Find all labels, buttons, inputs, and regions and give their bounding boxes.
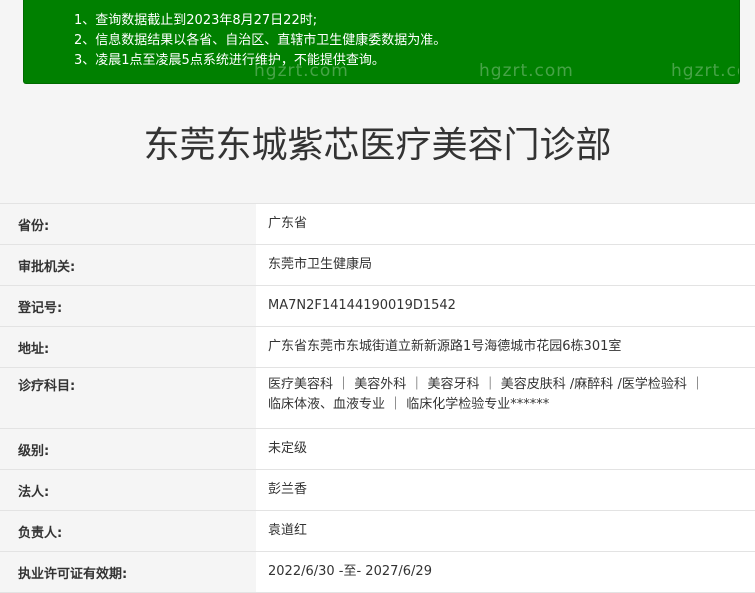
- table-row: 执业许可证有效期: 2022/6/30 -至- 2027/6/29: [0, 552, 755, 593]
- field-label: 地址:: [0, 327, 256, 367]
- table-row: 审批机关: 东莞市卫生健康局: [0, 245, 755, 286]
- watermark-text: hgzrt.com: [671, 61, 739, 81]
- field-label: 审批机关:: [0, 245, 256, 285]
- field-label: 诊疗科目:: [0, 368, 256, 428]
- watermark-text: hgzrt.com: [254, 61, 349, 81]
- field-label: 负责人:: [0, 511, 256, 551]
- table-row: 级别: 未定级: [0, 429, 755, 470]
- table-row: 省份: 广东省: [0, 204, 755, 245]
- table-row: 登记号: MA7N2F14144190019D1542: [0, 286, 755, 327]
- field-value: 2022/6/30 -至- 2027/6/29: [256, 552, 755, 592]
- page-title: 东莞东城紫芯医疗美容门诊部: [143, 125, 612, 166]
- watermark-text: hgzrt.com: [479, 61, 574, 81]
- info-table: 省份: 广东省 审批机关: 东莞市卫生健康局 登记号: MA7N2F141441…: [0, 203, 755, 593]
- notice-line-3: 3、凌晨1点至凌晨5点系统进行维护，不能提供查询。: [74, 53, 385, 68]
- field-value: 医疗美容科 ｜ 美容外科 ｜ 美容牙科 ｜ 美容皮肤科 /麻醉科 /医学检验科 …: [256, 368, 755, 428]
- field-label: 级别:: [0, 429, 256, 469]
- table-row: 诊疗科目: 医疗美容科 ｜ 美容外科 ｜ 美容牙科 ｜ 美容皮肤科 /麻醉科 /…: [0, 368, 755, 429]
- field-value: 彭兰香: [256, 470, 755, 510]
- field-label: 登记号:: [0, 286, 256, 326]
- notice-line-2: 2、信息数据结果以各省、自治区、直辖市卫生健康委数据为准。: [74, 33, 447, 48]
- table-row: 负责人: 袁道红: [0, 511, 755, 552]
- field-value: MA7N2F14144190019D1542: [256, 286, 755, 326]
- field-value: 东莞市卫生健康局: [256, 245, 755, 285]
- notice-line-1: 1、查询数据截止到2023年8月27日22时;: [74, 13, 318, 28]
- field-label: 法人:: [0, 470, 256, 510]
- notice-banner: 1、查询数据截止到2023年8月27日22时; 2、信息数据结果以各省、自治区、…: [23, 0, 740, 84]
- table-row: 地址: 广东省东莞市东城街道立新新源路1号海德城市花园6栋301室: [0, 327, 755, 368]
- field-value: 广东省东莞市东城街道立新新源路1号海德城市花园6栋301室: [256, 327, 755, 367]
- field-label: 省份:: [0, 204, 256, 244]
- field-value: 袁道红: [256, 511, 755, 551]
- table-row: 法人: 彭兰香: [0, 470, 755, 511]
- field-value: 广东省: [256, 204, 755, 244]
- field-value: 未定级: [256, 429, 755, 469]
- field-label: 执业许可证有效期:: [0, 552, 256, 592]
